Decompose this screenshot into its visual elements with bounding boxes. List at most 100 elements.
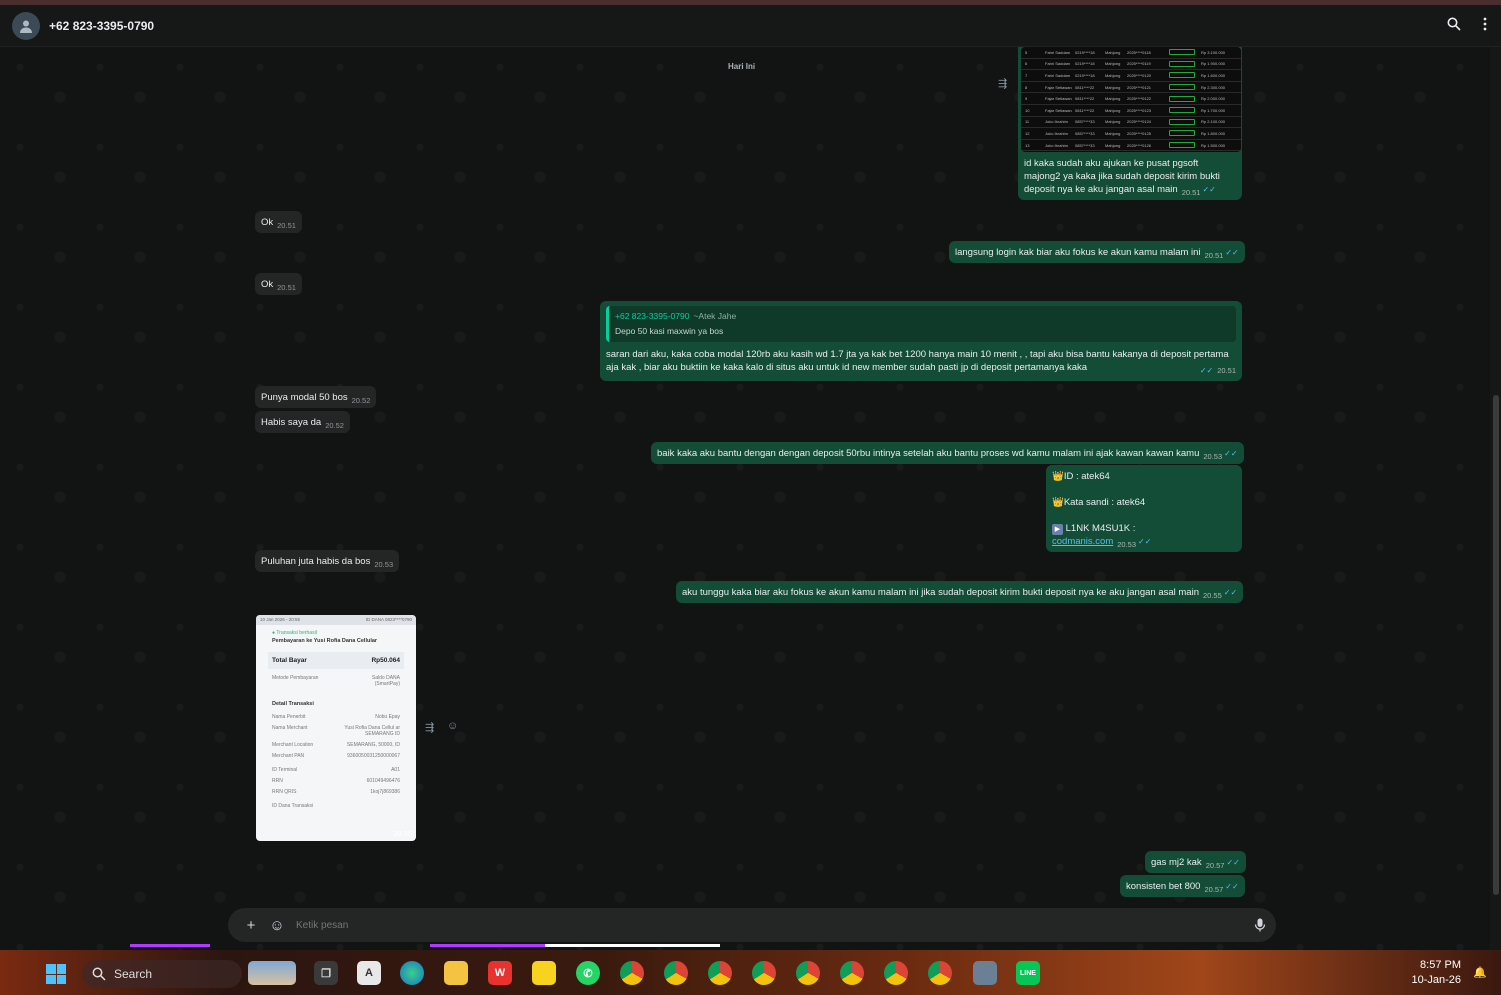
read-ticks-icon: ✓✓ [1202, 185, 1216, 194]
receipt-row-key: RRN QRIS [272, 789, 297, 795]
message-in[interactable]: Ok 20.51 [255, 273, 302, 295]
message-text: gas mj2 kak [1151, 857, 1202, 868]
message-text: Punya modal 50 bos [261, 392, 348, 403]
receipt-row-key: ID Terminal [272, 767, 298, 773]
message-text: baik kaka aku bantu dengan dengan deposi… [657, 448, 1200, 459]
mountain-widget-icon[interactable] [248, 961, 296, 985]
message-time: 20.52 [325, 421, 344, 430]
message-text: langsung login kak biar aku fokus ke aku… [955, 247, 1201, 258]
message-time: 20.57 [1204, 885, 1224, 894]
message-text: Habis saya da [261, 417, 322, 428]
contact-name[interactable]: +62 823-3395-0790 [49, 19, 154, 33]
emoji-react-icon[interactable]: ☺ [447, 720, 458, 732]
sticky-notes-icon[interactable] [532, 961, 556, 985]
chrome-profile-8-icon[interactable] [928, 961, 952, 985]
crown-icon: 👑 [1052, 471, 1064, 482]
message-out-image[interactable]: 5 Fahri Saddam 0219****18 Mahjong 2025****01… [1018, 47, 1242, 200]
chat-scrollbar[interactable] [1493, 395, 1499, 895]
reply-alias: ~Atek Jahe [693, 311, 737, 321]
message-out[interactable]: langsung login kak biar aku fokus ke aku… [949, 241, 1245, 263]
clock-time: 8:57 PM [1420, 959, 1461, 971]
message-in-receipt-image[interactable]: 10 Jan 2026 - 20:55 ID DANA 0823****0790 … [256, 615, 416, 841]
attach-plus-icon[interactable]: + [238, 917, 264, 934]
receipt-status: Transaksi berhasil [276, 630, 317, 636]
message-in[interactable]: Punya modal 50 bos 20.52 [255, 386, 377, 408]
receipt-row-key: Merchant PAN [272, 753, 305, 759]
receipt-row-value: 9360050031250000067 [347, 753, 400, 759]
message-time: 20.51 [1204, 251, 1224, 260]
notification-bell-icon[interactable]: 🔔 [1473, 966, 1487, 980]
file-explorer-icon[interactable] [444, 961, 468, 985]
chrome-profile-6-icon[interactable] [840, 961, 864, 985]
message-text: konsisten bet 800 [1126, 881, 1201, 892]
notepad-icon[interactable]: A [357, 961, 381, 985]
task-view-icon[interactable]: ❐ [314, 961, 338, 985]
more-options-icon[interactable] [1483, 17, 1487, 31]
sticker-icon[interactable]: ☺ [264, 917, 290, 934]
message-text: aku tunggu kaka biar aku fokus ke akun k… [682, 587, 1199, 598]
message-text: Ok [261, 279, 274, 290]
forward-icon[interactable]: ⇶ [998, 77, 1007, 90]
forward-icon[interactable]: ⇶ [425, 721, 434, 734]
microphone-icon[interactable] [1254, 918, 1266, 932]
message-input[interactable] [296, 919, 1254, 931]
windows-taskbar: Search ❐ A W ✆ LINE 8:57 PM 10-Jan-26 🔔 [0, 950, 1501, 995]
receipt-row-key: RRN [272, 778, 283, 784]
chrome-profile-3-icon[interactable] [708, 961, 732, 985]
message-time: 20.55 [1202, 591, 1222, 600]
message-in[interactable]: Ok 20.51 [255, 211, 302, 233]
chrome-profile-5-icon[interactable] [796, 961, 820, 985]
quoted-reply[interactable]: +62 823-3395-0790 ~Atek Jahe Depo 50 kasi… [606, 306, 1236, 342]
message-text: saran dari aku, kaka coba modal 120rb ak… [606, 349, 1229, 373]
message-in[interactable]: Habis saya da 20.52 [255, 411, 350, 433]
receipt-row-value: SEMARANG, 50000, ID [346, 742, 400, 748]
chrome-profile-4-icon[interactable] [752, 961, 776, 985]
reply-text: Depo 50 kasi maxwin ya bos [615, 326, 724, 336]
message-time: 20.53 [374, 560, 394, 569]
receipt-row-value: 1koj7j869386 [370, 789, 400, 795]
receipt-method-label: Metode Pembayaran [272, 675, 319, 681]
leaderboard-image[interactable]: 5 Fahri Saddam 0219****18 Mahjong 2025****01… [1021, 47, 1241, 152]
windows-start-icon[interactable] [46, 964, 66, 984]
edge-browser-icon[interactable] [400, 961, 424, 985]
message-time: 20.51 [277, 283, 296, 292]
system-clock[interactable]: 8:57 PM 10-Jan-26 [1411, 958, 1461, 988]
chrome-profile-2-icon[interactable] [664, 961, 688, 985]
chrome-profile-7-icon[interactable] [884, 961, 908, 985]
contact-avatar[interactable] [12, 11, 40, 40]
whatsapp-icon[interactable]: ✆ [576, 961, 600, 985]
receipt-row-value: Yusi Rofia Dana Cellul ar SEMARANG ID [344, 725, 400, 737]
chat-area[interactable]: Hari Ini ⇶ 5 Fahri Saddam 0219****18 Mahjon… [0, 47, 1490, 950]
search-icon [92, 967, 106, 981]
message-out[interactable]: aku tunggu kaka biar aku fokus ke akun k… [676, 581, 1244, 603]
search-icon[interactable] [1447, 17, 1461, 31]
message-out[interactable]: gas mj2 kak 20.57 ✓✓ [1145, 851, 1246, 873]
message-time: 20.51 [277, 221, 296, 230]
link-label: L1NK M4SU1K : [1065, 523, 1136, 534]
taskbar-search[interactable]: Search [82, 960, 242, 988]
password-line: Kata sandi : atek64 [1063, 497, 1146, 508]
read-ticks-icon: ✓✓ [1138, 537, 1152, 546]
receipt-row-key: Nama Penerbit [272, 714, 306, 720]
message-in[interactable]: Puluhan juta habis da bos 20.53 [255, 550, 400, 572]
message-time: 20.56 [393, 829, 412, 838]
search-label: Search [114, 967, 153, 981]
message-out-reply[interactable]: +62 823-3395-0790 ~Atek Jahe Depo 50 kasi… [600, 301, 1242, 381]
receipt-dana-id: ID DANA 0823****0790 [365, 617, 412, 622]
message-time: 20.51 [1217, 366, 1236, 375]
message-out[interactable]: konsisten bet 800 20.57 ✓✓ [1120, 875, 1245, 897]
read-ticks-icon: ✓✓ [1226, 858, 1240, 867]
link-url[interactable]: codmanis.com [1052, 536, 1113, 547]
app-window-icon[interactable] [973, 961, 997, 985]
message-out-credentials[interactable]: 👑ID : atek64 👑Kata sandi : atek64 ▶ L1NK… [1046, 465, 1242, 552]
receipt-row-key: Merchant Location [272, 742, 314, 748]
read-ticks-icon: ✓✓ [1224, 449, 1238, 458]
wps-office-icon[interactable]: W [488, 961, 512, 985]
line-app-icon[interactable]: LINE [1016, 961, 1040, 985]
chat-header[interactable]: +62 823-3395-0790 [0, 5, 1501, 47]
receipt-total-value: Rp50.064 [371, 657, 400, 664]
receipt-detail-title: Detail Transaksi [272, 701, 314, 707]
message-out[interactable]: baik kaka aku bantu dengan dengan deposi… [651, 442, 1244, 464]
message-time: 20.51 [1181, 188, 1201, 197]
chrome-profile-1-icon[interactable] [620, 961, 644, 985]
